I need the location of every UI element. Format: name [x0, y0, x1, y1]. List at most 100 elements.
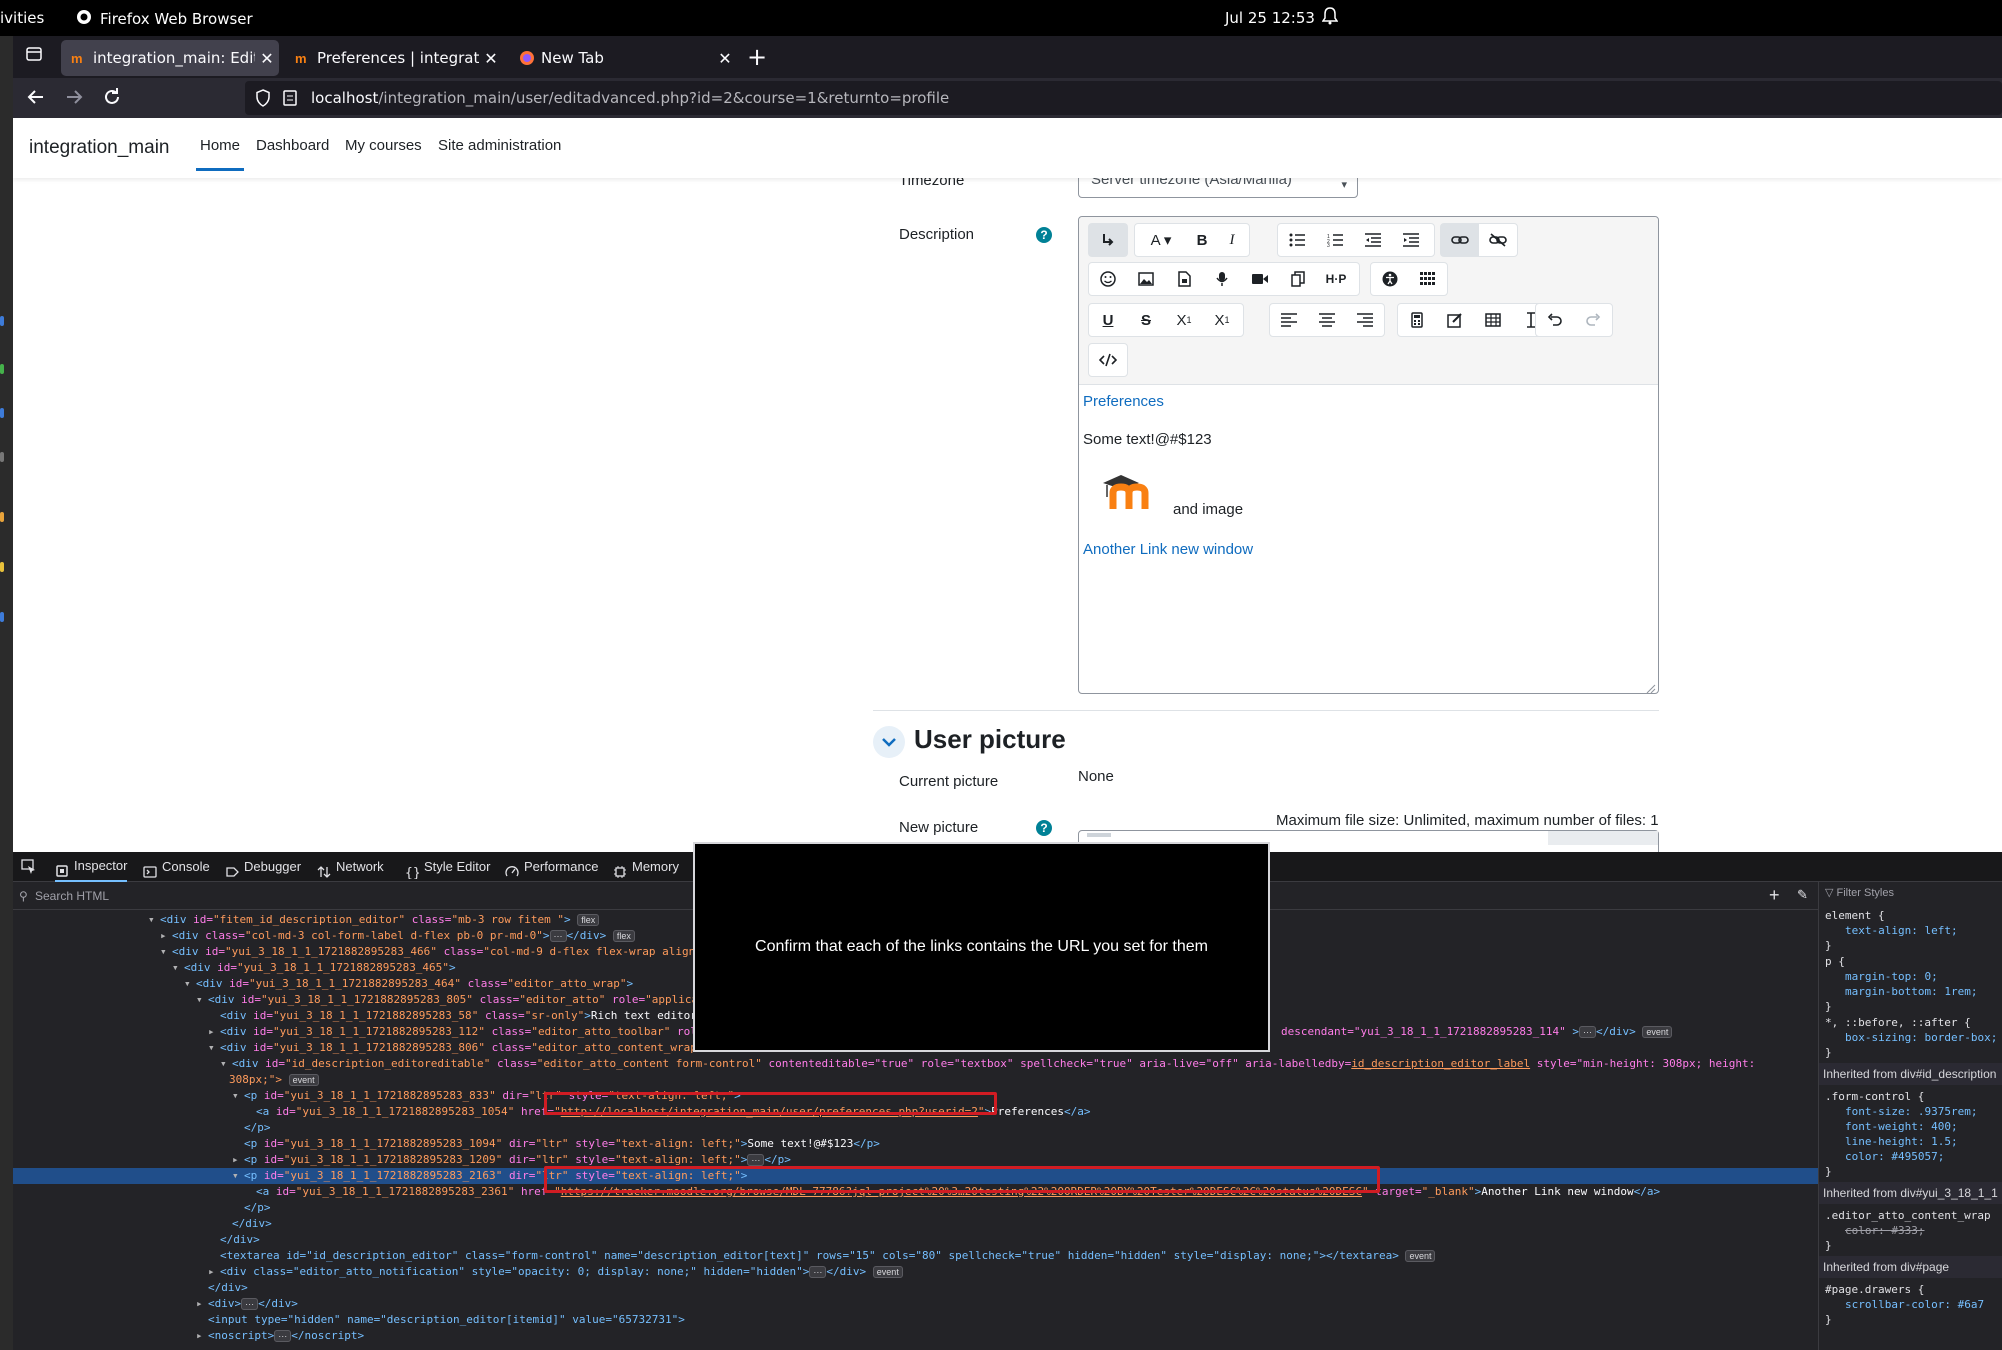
flex-badge[interactable]: flex — [612, 930, 635, 942]
tab-console[interactable]: Console — [143, 852, 210, 882]
italic-icon[interactable]: I — [1217, 224, 1247, 256]
align-left-icon[interactable] — [1270, 304, 1308, 336]
ellipsis-badge[interactable]: ··· — [549, 930, 567, 942]
rule-declaration[interactable]: font-size: .9375rem; — [1845, 1104, 1977, 1119]
undo-icon[interactable] — [1536, 304, 1574, 336]
ellipsis-badge[interactable]: ··· — [809, 1266, 827, 1278]
tab-performance[interactable]: Performance — [505, 852, 598, 882]
html-source-icon[interactable] — [1089, 344, 1127, 376]
tab-inspector[interactable]: Inspector — [55, 852, 128, 882]
show-more-buttons-icon[interactable] — [1089, 224, 1127, 256]
underline-icon[interactable]: U — [1089, 304, 1127, 336]
eyedropper-icon[interactable]: ✎ — [1797, 887, 1808, 903]
record-audio-icon[interactable] — [1203, 263, 1241, 295]
clock[interactable]: Jul 25 12:53 — [1225, 9, 1315, 27]
rule-declaration[interactable]: margin-top: 0; — [1845, 969, 1938, 984]
unordered-list-icon[interactable] — [1278, 224, 1316, 256]
nav-my-courses[interactable]: My courses — [345, 137, 422, 154]
moodle-logo-image[interactable] — [1099, 469, 1159, 513]
tab-preferences[interactable]: m Preferences | integration ✕ — [285, 40, 503, 76]
resize-handle-icon[interactable] — [1646, 681, 1656, 694]
flex-badge[interactable]: flex — [577, 914, 600, 926]
rule-declaration[interactable]: text-align: left; — [1845, 923, 1958, 938]
rule-declaration-overridden[interactable]: color: #333; — [1845, 1223, 1924, 1238]
page-info-icon[interactable] — [283, 89, 299, 107]
user-picture-heading[interactable]: User picture — [914, 724, 1066, 755]
align-center-icon[interactable] — [1308, 304, 1346, 336]
close-tab-icon[interactable]: ✕ — [479, 49, 503, 68]
new-tab-plus-icon[interactable]: + — [741, 42, 773, 74]
nav-site-administration[interactable]: Site administration — [438, 137, 561, 154]
filter-styles-input[interactable]: ▽ Filter Styles — [1825, 886, 1894, 901]
site-name[interactable]: integration_main — [29, 137, 169, 159]
record-video-icon[interactable] — [1241, 263, 1279, 295]
file-picker-button[interactable] — [1087, 833, 1111, 837]
markup-node[interactable]: <input type="hidden" name="description_e… — [13, 1312, 1818, 1328]
ellipsis-badge[interactable]: ··· — [1579, 1026, 1597, 1038]
ordered-list-icon[interactable]: 123 — [1316, 224, 1354, 256]
outdent-icon[interactable] — [1354, 224, 1392, 256]
insert-character-icon[interactable] — [1436, 304, 1474, 336]
event-badge[interactable]: event — [288, 1074, 319, 1086]
list-all-tabs-icon[interactable] — [25, 45, 49, 69]
subscript-icon[interactable]: X1 — [1165, 304, 1203, 336]
event-badge[interactable]: event — [872, 1266, 903, 1278]
activities-button[interactable]: ivities — [0, 9, 44, 27]
rule-declaration[interactable]: margin-bottom: 1rem; — [1845, 984, 1977, 999]
manage-files-icon[interactable] — [1279, 263, 1317, 295]
emoji-icon[interactable] — [1089, 263, 1127, 295]
add-node-plus-icon[interactable]: + — [1769, 885, 1780, 906]
markup-node[interactable]: ▸ <div> ··· </div> — [13, 1296, 1818, 1312]
markup-node[interactable]: <p id="yui_3_18_1_1_1721882895283_1094" … — [13, 1136, 1818, 1152]
markup-node[interactable]: </div> — [13, 1280, 1818, 1296]
indent-icon[interactable] — [1392, 224, 1430, 256]
close-tab-icon[interactable]: ✕ — [255, 49, 279, 68]
redo-icon[interactable] — [1574, 304, 1612, 336]
h5p-icon[interactable]: H·P — [1317, 263, 1355, 295]
reload-icon[interactable] — [101, 86, 125, 110]
close-tab-icon[interactable]: ✕ — [713, 49, 737, 68]
markup-node[interactable]: </div> — [13, 1216, 1818, 1232]
markup-node[interactable]: ▸ <noscript> ··· </noscript> — [13, 1328, 1818, 1344]
tracking-protection-shield-icon[interactable] — [255, 89, 273, 107]
markup-node[interactable]: </div> — [13, 1232, 1818, 1248]
strikethrough-icon[interactable]: S — [1127, 304, 1165, 336]
ellipsis-badge[interactable]: ··· — [747, 1154, 765, 1166]
rule-declaration[interactable]: scrollbar-color: #6a7 — [1845, 1297, 1984, 1312]
file-picker-view-switcher[interactable] — [1548, 831, 1658, 845]
collapse-chevron-icon[interactable] — [873, 726, 905, 758]
markup-node[interactable]: ▸ <div class="editor_atto_notification" s… — [13, 1264, 1818, 1280]
bold-icon[interactable]: B — [1187, 224, 1217, 256]
preferences-link[interactable]: Preferences — [1083, 393, 1164, 410]
markup-node[interactable]: </p> — [13, 1120, 1818, 1136]
tab-new-tab[interactable]: New Tab ✕ — [509, 40, 737, 76]
markup-node[interactable]: </p> — [13, 1200, 1818, 1216]
notification-bell-icon[interactable] — [1321, 7, 1340, 25]
tab-edit-profile[interactable]: m integration_main: Edit pr ✕ — [61, 40, 279, 76]
nav-home[interactable]: Home — [196, 137, 245, 171]
address-bar[interactable]: localhost/integration_main/user/editadva… — [245, 81, 2002, 115]
event-badge[interactable]: event — [1642, 1026, 1673, 1038]
markup-node[interactable]: <textarea id="id_description_editor" cla… — [13, 1248, 1818, 1264]
rule-declaration[interactable]: color: #495057; — [1845, 1149, 1944, 1164]
tab-memory[interactable]: Memory — [613, 852, 679, 882]
ellipsis-badge[interactable]: ··· — [274, 1330, 292, 1342]
rule-declaration[interactable]: font-weight: 400; — [1845, 1119, 1958, 1134]
nav-dashboard[interactable]: Dashboard — [256, 137, 329, 154]
accessibility-checker-icon[interactable] — [1371, 263, 1409, 295]
help-icon[interactable]: ? — [1036, 227, 1052, 243]
tab-debugger[interactable]: Debugger — [225, 852, 301, 882]
markup-node[interactable]: ▾ <div id="id_description_editoreditable"… — [13, 1056, 1818, 1072]
help-icon[interactable]: ? — [1036, 820, 1052, 836]
link-icon[interactable] — [1441, 224, 1479, 256]
tab-style-editor[interactable]: {} Style Editor — [405, 852, 490, 882]
table-icon[interactable] — [1474, 304, 1512, 336]
markup-node[interactable]: 308px;"> event — [13, 1072, 1818, 1088]
forward-arrow-icon[interactable] — [63, 86, 87, 110]
app-menu[interactable]: Firefox Web Browser — [76, 9, 253, 29]
tab-network[interactable]: Network — [317, 852, 384, 882]
back-arrow-icon[interactable] — [25, 86, 49, 110]
node-attr-value[interactable]: id_description_editor_label — [1351, 1057, 1530, 1070]
rule-declaration[interactable]: box-sizing: border-box; — [1845, 1030, 1997, 1045]
equation-editor-icon[interactable] — [1398, 304, 1436, 336]
